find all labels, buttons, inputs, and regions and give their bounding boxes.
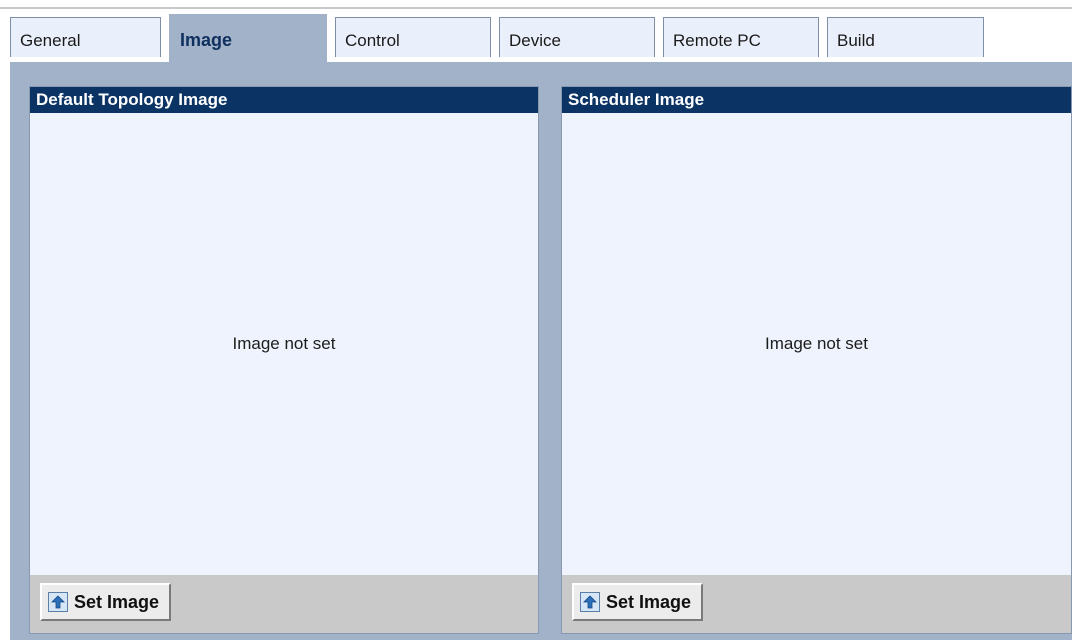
panel-title: Scheduler Image	[562, 87, 1071, 113]
upload-arrow-icon	[48, 592, 68, 612]
set-image-label: Set Image	[606, 591, 692, 612]
tab-remote-pc[interactable]: Remote PC	[663, 17, 819, 57]
image-preview-area: Image not set	[562, 113, 1071, 575]
panel-footer: Set Image	[562, 575, 1071, 633]
tab-bar: General Image Control Device Remote PC B…	[0, 0, 1072, 62]
default-topology-image-panel: Default Topology Image Image not set Set…	[29, 86, 539, 634]
image-tab-content: Default Topology Image Image not set Set…	[10, 62, 1072, 640]
set-image-button[interactable]: Set Image	[40, 583, 172, 621]
image-status-text: Image not set	[764, 334, 868, 353]
scheduler-image-panel: Scheduler Image Image not set Set Image	[561, 86, 1072, 634]
panel-footer: Set Image	[30, 575, 538, 633]
upload-arrow-icon	[580, 592, 600, 612]
image-preview-area: Image not set	[30, 113, 538, 575]
set-image-button[interactable]: Set Image	[572, 583, 704, 621]
image-status-text: Image not set	[232, 334, 336, 353]
tab-image[interactable]: Image	[169, 14, 327, 62]
tab-device[interactable]: Device	[499, 17, 655, 57]
panel-title: Default Topology Image	[30, 87, 538, 113]
tab-build[interactable]: Build	[827, 17, 984, 57]
tab-general[interactable]: General	[10, 17, 161, 57]
tab-control[interactable]: Control	[335, 17, 491, 57]
set-image-label: Set Image	[74, 591, 160, 612]
